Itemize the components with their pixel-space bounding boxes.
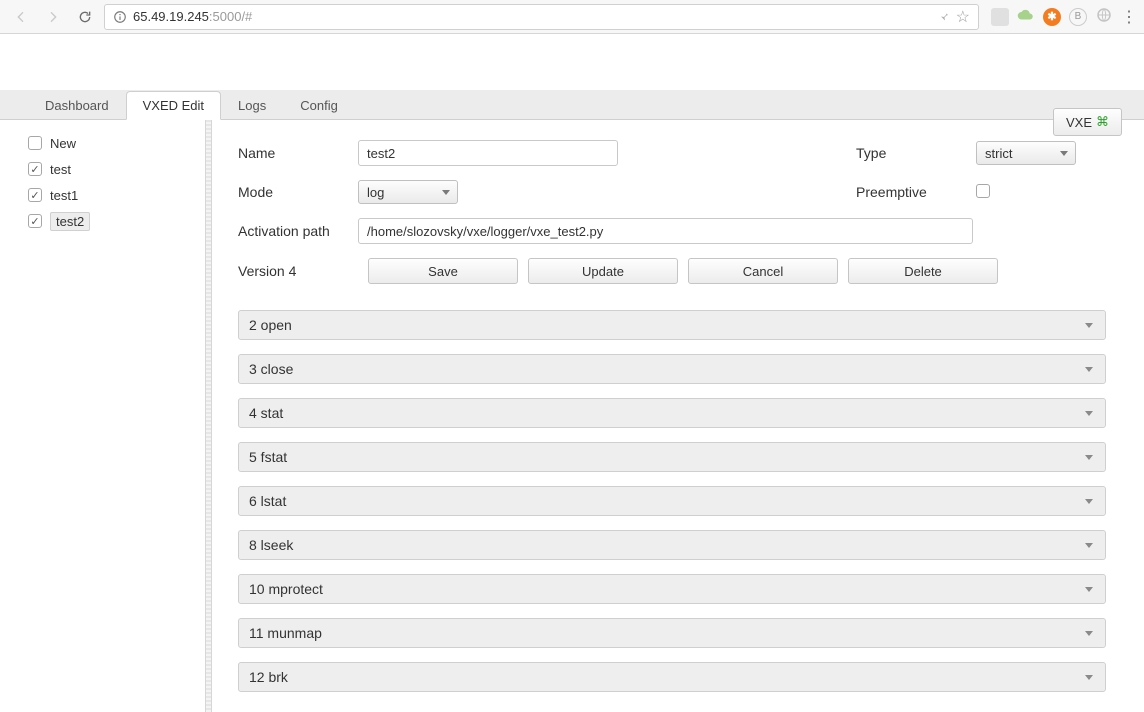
activation-path-input[interactable]: [358, 218, 973, 244]
syscall-item[interactable]: 3 close: [238, 354, 1106, 384]
arrow-left-icon: [13, 9, 29, 25]
type-label: Type: [856, 145, 976, 161]
sidebar-item-label: test: [50, 162, 71, 177]
star-icon[interactable]: ☆: [956, 7, 970, 27]
type-select[interactable]: strict: [976, 141, 1076, 165]
tab-logs[interactable]: Logs: [221, 90, 283, 119]
reload-icon: [77, 9, 93, 25]
syscall-label: 12 brk: [249, 669, 288, 685]
form-grid: Name Type strict Mode log Preemptive Act…: [238, 140, 1116, 244]
tab-dashboard[interactable]: Dashboard: [28, 90, 126, 119]
button-label: Update: [582, 264, 624, 279]
forward-button[interactable]: [40, 4, 66, 30]
syscall-item[interactable]: 6 lstat: [238, 486, 1106, 516]
info-icon: [113, 10, 127, 24]
sidebar-item-test[interactable]: test: [28, 156, 197, 182]
cancel-button[interactable]: Cancel: [688, 258, 838, 284]
checkbox[interactable]: [28, 162, 42, 176]
select-value: log: [367, 185, 384, 200]
ext-icon-cloud[interactable]: [1017, 6, 1035, 27]
sidebar-item-label: test2: [50, 212, 90, 231]
address-url: 65.49.19.245:5000/#: [133, 9, 252, 24]
update-button[interactable]: Update: [528, 258, 678, 284]
syscall-label: 4 stat: [249, 405, 283, 421]
mode-label: Mode: [238, 184, 358, 200]
button-label: Cancel: [743, 264, 783, 279]
tab-vxed-edit[interactable]: VXED Edit: [126, 91, 221, 120]
syscall-label: 3 close: [249, 361, 293, 377]
syscall-item[interactable]: 5 fstat: [238, 442, 1106, 472]
vxe-button[interactable]: VXE ⌘: [1053, 108, 1122, 136]
save-button[interactable]: Save: [368, 258, 518, 284]
sidebar-item-test2[interactable]: test2: [28, 208, 197, 234]
reload-button[interactable]: [72, 4, 98, 30]
address-bar[interactable]: 65.49.19.245:5000/# ☆: [104, 4, 979, 30]
version-label: Version 4: [238, 263, 358, 279]
select-value: strict: [985, 146, 1012, 161]
checkbox[interactable]: [28, 214, 42, 228]
syscall-item[interactable]: 8 lseek: [238, 530, 1106, 560]
tab-config[interactable]: Config: [283, 90, 355, 119]
tab-strip: Dashboard VXED Edit Logs Config: [0, 90, 1144, 120]
sidebar-item-new[interactable]: New: [28, 130, 197, 156]
syscall-label: 10 mprotect: [249, 581, 323, 597]
preemptive-checkbox[interactable]: [976, 184, 990, 198]
back-button[interactable]: [8, 4, 34, 30]
button-label: Save: [428, 264, 458, 279]
syscall-label: 6 lstat: [249, 493, 286, 509]
sidebar: New test test1 test2: [0, 120, 210, 712]
arrow-right-icon: [45, 9, 61, 25]
command-icon: ⌘: [1096, 114, 1109, 130]
syscall-item[interactable]: 11 munmap: [238, 618, 1106, 648]
syscall-label: 5 fstat: [249, 449, 287, 465]
chrome-menu-icon[interactable]: ⋮: [1121, 7, 1136, 27]
syscall-item[interactable]: 12 brk: [238, 662, 1106, 692]
browser-toolbar: 65.49.19.245:5000/# ☆ ✱ B ⋮: [0, 0, 1144, 34]
syscall-item[interactable]: 2 open: [238, 310, 1106, 340]
syscall-item[interactable]: 10 mprotect: [238, 574, 1106, 604]
tab-label: Logs: [238, 98, 266, 113]
preemptive-label: Preemptive: [856, 184, 976, 200]
ext-icon-orange[interactable]: ✱: [1043, 8, 1061, 26]
syscall-item[interactable]: 4 stat: [238, 398, 1106, 428]
ext-icon-b[interactable]: B: [1069, 8, 1087, 26]
syscall-label: 8 lseek: [249, 537, 293, 553]
button-label: Delete: [904, 264, 942, 279]
extension-area: ✱ B ⋮: [985, 6, 1136, 27]
name-label: Name: [238, 145, 358, 161]
tab-label: Dashboard: [45, 98, 109, 113]
activation-path-label: Activation path: [238, 223, 358, 239]
checkbox[interactable]: [28, 136, 42, 150]
ext-icon-globe[interactable]: [1095, 6, 1113, 27]
delete-button[interactable]: Delete: [848, 258, 998, 284]
syscall-list: 2 open 3 close 4 stat 5 fstat 6 lstat 8 …: [238, 310, 1116, 692]
sidebar-item-test1[interactable]: test1: [28, 182, 197, 208]
sidebar-item-label: New: [50, 136, 76, 151]
main-panel: Name Type strict Mode log Preemptive Act…: [210, 120, 1144, 712]
sidebar-item-label: test1: [50, 188, 78, 203]
checkbox[interactable]: [28, 188, 42, 202]
syscall-label: 11 munmap: [249, 625, 322, 641]
mode-select[interactable]: log: [358, 180, 458, 204]
vxe-button-label: VXE: [1066, 115, 1092, 130]
tab-label: Config: [300, 98, 338, 113]
tab-label: VXED Edit: [143, 98, 204, 113]
ext-icon-1[interactable]: [991, 8, 1009, 26]
syscall-label: 2 open: [249, 317, 292, 333]
name-input[interactable]: [358, 140, 618, 166]
pin-icon[interactable]: [938, 10, 950, 24]
